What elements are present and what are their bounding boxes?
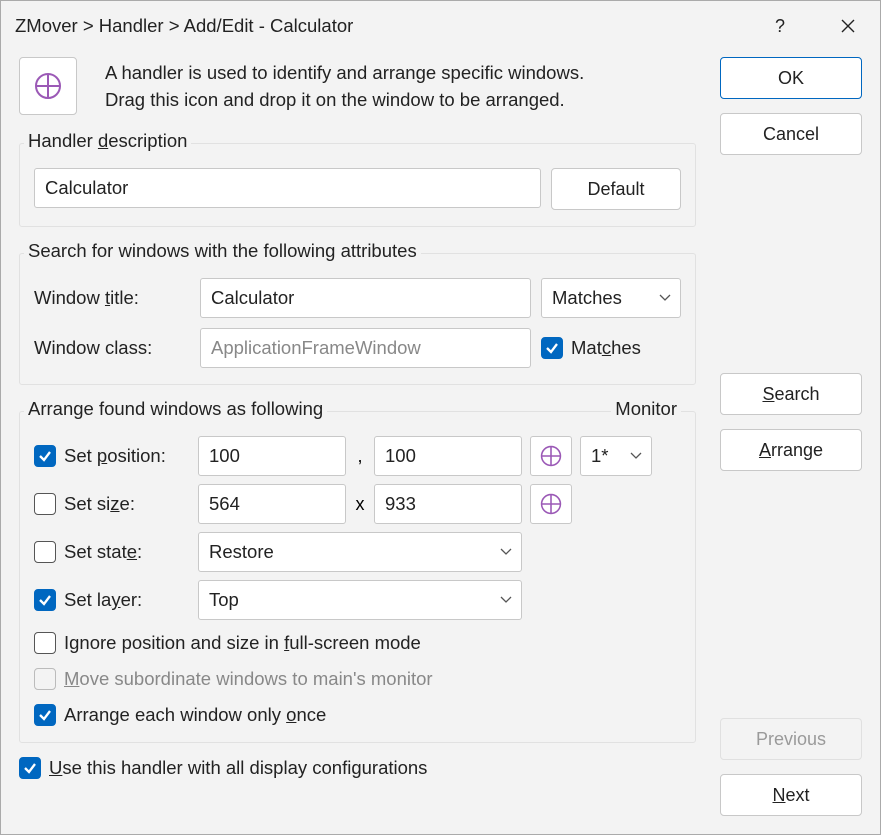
set-layer-label: Set layer: (64, 589, 142, 611)
size-height-input[interactable] (374, 484, 522, 524)
window-class-match-label: Matches (571, 337, 641, 359)
comma-separator: , (350, 446, 370, 467)
group-description-legend: Handler description (24, 130, 191, 152)
window-class-input[interactable] (200, 328, 531, 368)
set-size-checkbox[interactable] (34, 493, 56, 515)
x-separator: x (350, 494, 370, 515)
arrange-button[interactable]: Arrange (720, 429, 862, 471)
ok-button[interactable]: OK (720, 57, 862, 99)
window-class-label: Window class: (34, 337, 190, 359)
position-y-input[interactable] (374, 436, 522, 476)
intro-line1: A handler is used to identify and arrang… (105, 59, 584, 86)
help-button[interactable]: ? (756, 6, 804, 46)
move-subordinate-label: Move subordinate windows to main's monit… (64, 668, 433, 690)
window-title-match-select[interactable]: Matches (541, 278, 681, 318)
set-size-label: Set size: (64, 493, 135, 515)
close-icon (841, 19, 855, 33)
ignore-fullscreen-label: Ignore position and size in full-screen … (64, 632, 421, 654)
arrange-once-label: Arrange each window only once (64, 704, 326, 726)
description-input[interactable] (34, 168, 541, 208)
set-position-checkbox[interactable] (34, 445, 56, 467)
move-subordinate-checkbox (34, 668, 56, 690)
set-position-label: Set position: (64, 445, 166, 467)
dialog-content: A handler is used to identify and arrang… (1, 51, 880, 834)
window-title-input[interactable] (200, 278, 531, 318)
side-column: OK Cancel Search Arrange Previous Next (720, 57, 862, 816)
intro-row: A handler is used to identify and arrang… (19, 57, 696, 115)
check-icon (38, 449, 52, 463)
window-class-match-checkbox[interactable] (541, 337, 563, 359)
default-button[interactable]: Default (551, 168, 681, 210)
crosshair-icon (540, 445, 562, 467)
size-drag-target[interactable] (530, 484, 572, 524)
dialog-window: ZMover > Handler > Add/Edit - Calculator… (0, 0, 881, 835)
group-arrange-legend: Arrange found windows as following (24, 398, 327, 420)
group-search-legend: Search for windows with the following at… (24, 240, 421, 262)
drag-target-icon-box[interactable] (19, 57, 77, 115)
use-all-configs-checkbox[interactable] (19, 757, 41, 779)
layer-select[interactable]: Top (198, 580, 522, 620)
set-layer-checkbox[interactable] (34, 589, 56, 611)
previous-button: Previous (720, 718, 862, 760)
crosshair-icon (540, 493, 562, 515)
group-arrange: Arrange found windows as following Monit… (19, 411, 696, 743)
titlebar: ZMover > Handler > Add/Edit - Calculator… (1, 1, 880, 51)
search-button[interactable]: Search (720, 373, 862, 415)
titlebar-title: ZMover > Handler > Add/Edit - Calculator (15, 15, 756, 37)
size-width-input[interactable] (198, 484, 346, 524)
check-icon (545, 341, 559, 355)
intro-line2: Drag this icon and drop it on the window… (105, 86, 584, 113)
crosshair-icon (34, 72, 62, 100)
next-button[interactable]: Next (720, 774, 862, 816)
state-select[interactable]: Restore (198, 532, 522, 572)
position-drag-target[interactable] (530, 436, 572, 476)
monitor-select[interactable]: 1* (580, 436, 652, 476)
intro-text: A handler is used to identify and arrang… (105, 59, 584, 113)
main-column: A handler is used to identify and arrang… (19, 57, 696, 816)
close-button[interactable] (824, 6, 872, 46)
position-x-input[interactable] (198, 436, 346, 476)
check-icon (38, 593, 52, 607)
monitor-label: Monitor (611, 398, 681, 420)
check-icon (38, 708, 52, 722)
group-search: Search for windows with the following at… (19, 253, 696, 385)
arrange-once-checkbox[interactable] (34, 704, 56, 726)
set-state-label: Set state: (64, 541, 142, 563)
ignore-fullscreen-checkbox[interactable] (34, 632, 56, 654)
bottom-checkbox-row: Use this handler with all display config… (19, 757, 696, 779)
check-icon (23, 761, 37, 775)
cancel-button[interactable]: Cancel (720, 113, 862, 155)
window-title-label: Window title: (34, 287, 190, 309)
set-state-checkbox[interactable] (34, 541, 56, 563)
group-description: Handler description Default (19, 143, 696, 227)
use-all-configs-label: Use this handler with all display config… (49, 757, 427, 779)
